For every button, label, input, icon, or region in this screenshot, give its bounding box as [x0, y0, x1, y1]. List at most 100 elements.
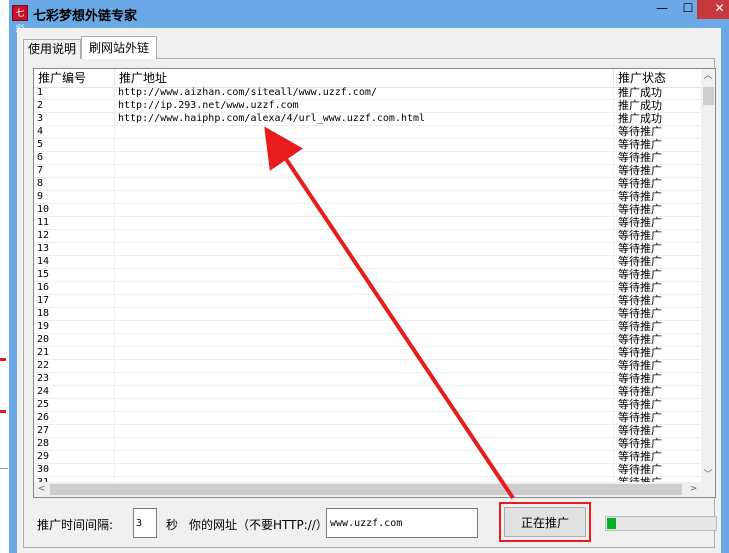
- cell-id: 25: [37, 399, 50, 410]
- cell-status: 等待推广: [618, 216, 662, 229]
- vertical-scroll-thumb[interactable]: [703, 87, 714, 105]
- table-row[interactable]: 17 等待推广: [34, 295, 701, 308]
- site-url-input[interactable]: www.uzzf.com: [326, 508, 478, 538]
- cell-status: 等待推广: [618, 255, 662, 268]
- table-row[interactable]: 25 等待推广: [34, 399, 701, 412]
- promotion-list[interactable]: 推广编号 推广地址 推广状态 1 http://www.aizhan.com/si…: [33, 68, 716, 498]
- cell-status: 等待推广: [618, 333, 662, 346]
- table-row[interactable]: 23 等待推广: [34, 373, 701, 386]
- cell-id: 29: [37, 451, 50, 462]
- window-title: 七彩梦想外链专家: [33, 9, 138, 24]
- scroll-up-arrow-icon[interactable]: ︿: [701, 69, 715, 83]
- cell-status: 推广成功: [618, 112, 662, 125]
- cell-id: 24: [37, 386, 50, 397]
- background-window-edge: [0, 0, 9, 553]
- table-row[interactable]: 8 等待推广: [34, 178, 701, 191]
- cell-status: 等待推广: [618, 294, 662, 307]
- table-row[interactable]: 19 等待推广: [34, 321, 701, 334]
- minimize-button[interactable]: —: [649, 0, 675, 19]
- cell-id: 7: [37, 165, 44, 176]
- promote-button[interactable]: 正在推广: [499, 502, 591, 542]
- cell-id: 4: [37, 126, 44, 137]
- cell-id: 16: [37, 282, 50, 293]
- table-row[interactable]: 22 等待推广: [34, 360, 701, 373]
- cell-status: 等待推广: [618, 268, 662, 281]
- table-row[interactable]: 9 等待推广: [34, 191, 701, 204]
- table-row[interactable]: 11 等待推广: [34, 217, 701, 230]
- column-header-url[interactable]: 推广地址: [115, 69, 614, 87]
- table-row[interactable]: 26 等待推广: [34, 412, 701, 425]
- close-button[interactable]: ✕: [697, 0, 729, 19]
- table-row[interactable]: 16 等待推广: [34, 282, 701, 295]
- cell-status: 等待推广: [618, 346, 662, 359]
- scrollbar-corner: [701, 482, 715, 497]
- table-row[interactable]: 15 等待推广: [34, 269, 701, 282]
- list-header: 推广编号 推广地址 推广状态: [34, 69, 701, 88]
- table-row[interactable]: 24 等待推广: [34, 386, 701, 399]
- column-header-status[interactable]: 推广状态: [614, 69, 704, 87]
- table-row[interactable]: 3 http://www.haiphp.com/alexa/4/url_www.u…: [34, 113, 701, 126]
- cell-status: 等待推广: [618, 151, 662, 164]
- cell-status: 等待推广: [618, 385, 662, 398]
- horizontal-scroll-thumb[interactable]: [50, 484, 682, 495]
- table-row[interactable]: 10 等待推广: [34, 204, 701, 217]
- cell-status: 等待推广: [618, 320, 662, 333]
- table-row[interactable]: 7 等待推广: [34, 165, 701, 178]
- cell-id: 30: [37, 464, 50, 475]
- table-row[interactable]: 5 等待推广: [34, 139, 701, 152]
- cell-status: 等待推广: [618, 424, 662, 437]
- tab-brush-site-links[interactable]: 刷网站外链: [81, 36, 157, 59]
- table-row[interactable]: 30 等待推广: [34, 464, 701, 477]
- cell-id: 18: [37, 308, 50, 319]
- cell-id: 2: [37, 100, 44, 111]
- site-url-label: 你的网址（不要HTTP://）: [189, 518, 328, 532]
- cell-id: 19: [37, 321, 50, 332]
- table-row[interactable]: 27 等待推广: [34, 425, 701, 438]
- cell-id: 21: [37, 347, 50, 358]
- cell-url: http://ip.293.net/www.uzzf.com: [118, 100, 299, 111]
- tab-usage-guide[interactable]: 使用说明: [23, 39, 81, 59]
- cell-id: 1: [37, 87, 44, 98]
- table-row[interactable]: 6 等待推广: [34, 152, 701, 165]
- promote-button-label[interactable]: 正在推广: [504, 507, 586, 537]
- cell-status: 等待推广: [618, 372, 662, 385]
- cell-status: 等待推广: [618, 125, 662, 138]
- table-row[interactable]: 14 等待推广: [34, 256, 701, 269]
- progress-bar: [605, 516, 717, 531]
- table-row[interactable]: 12 等待推广: [34, 230, 701, 243]
- vertical-scrollbar[interactable]: ︿ ﹀: [701, 69, 715, 482]
- cell-id: 12: [37, 230, 50, 241]
- cell-status: 等待推广: [618, 138, 662, 151]
- cell-id: 27: [37, 425, 50, 436]
- cell-id: 9: [37, 191, 44, 202]
- table-row[interactable]: 21 等待推广: [34, 347, 701, 360]
- interval-input[interactable]: 3: [133, 508, 157, 538]
- table-row[interactable]: 18 等待推广: [34, 308, 701, 321]
- cell-id: 26: [37, 412, 50, 423]
- table-row[interactable]: 13 等待推广: [34, 243, 701, 256]
- scroll-left-arrow-icon[interactable]: <: [34, 482, 49, 497]
- table-row[interactable]: 1 http://www.aizhan.com/siteall/www.uzzf.…: [34, 87, 701, 100]
- column-header-id[interactable]: 推广编号: [34, 69, 115, 87]
- cell-status: 等待推广: [618, 203, 662, 216]
- cell-id: 20: [37, 334, 50, 345]
- table-row[interactable]: 4 等待推广: [34, 126, 701, 139]
- cell-url: http://www.aizhan.com/siteall/www.uzzf.c…: [118, 87, 377, 98]
- cell-status: 等待推广: [618, 398, 662, 411]
- table-row[interactable]: 28 等待推广: [34, 438, 701, 451]
- background-mark: [0, 410, 6, 413]
- scroll-down-arrow-icon[interactable]: ﹀: [701, 468, 715, 482]
- cell-id: 13: [37, 243, 50, 254]
- horizontal-scrollbar[interactable]: < >: [34, 482, 701, 497]
- title-bar[interactable]: 七彩 七彩梦想外链专家 — ☐ ✕: [9, 0, 729, 35]
- cell-status: 等待推广: [618, 359, 662, 372]
- cell-id: 10: [37, 204, 50, 215]
- table-row[interactable]: 29 等待推广: [34, 451, 701, 464]
- table-row[interactable]: 20 等待推广: [34, 334, 701, 347]
- cell-id: 15: [37, 269, 50, 280]
- cell-id: 5: [37, 139, 44, 150]
- cell-status: 等待推广: [618, 463, 662, 476]
- table-row[interactable]: 2 http://ip.293.net/www.uzzf.com 推广成功: [34, 100, 701, 113]
- scroll-right-arrow-icon[interactable]: >: [686, 482, 701, 497]
- progress-bar-fill: [607, 518, 616, 529]
